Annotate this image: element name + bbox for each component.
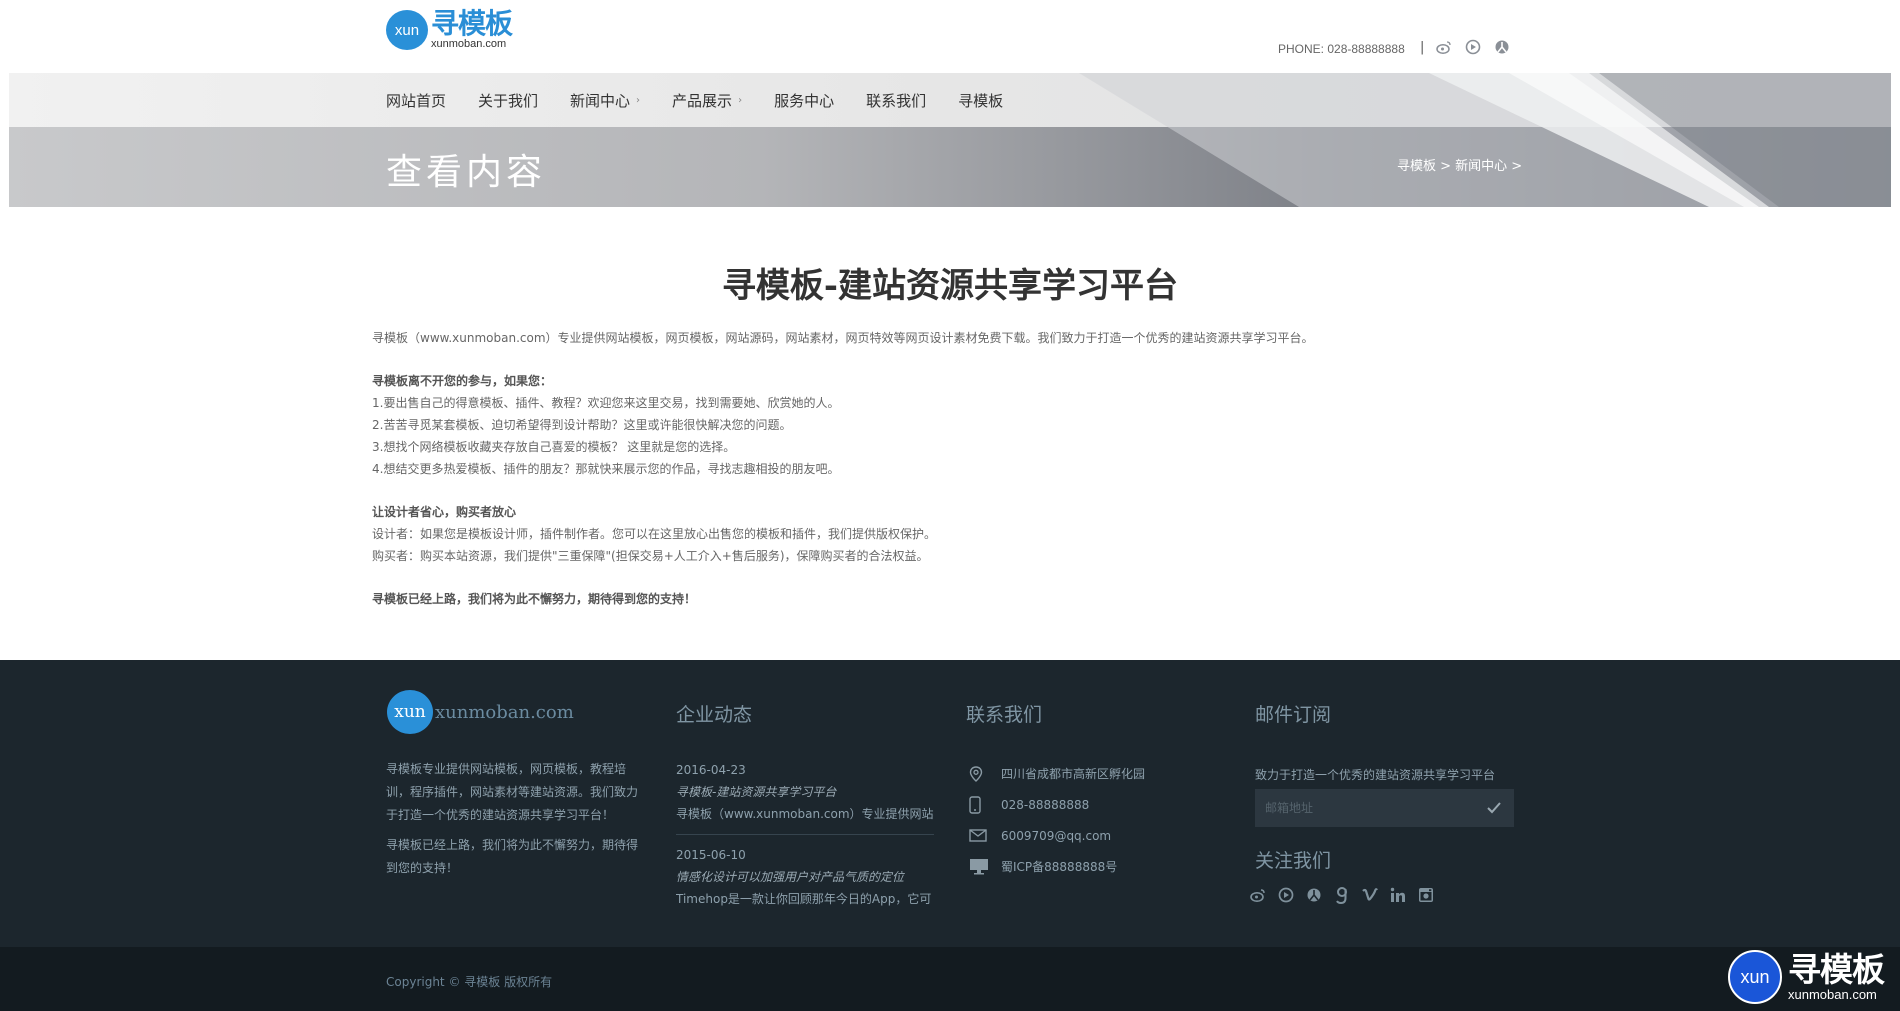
chevron-right-icon: › (636, 94, 641, 106)
watermark-logo: xun 寻模板 xunmoban.com (1728, 950, 1885, 1004)
nav-item-home[interactable]: 网站首页 (386, 90, 446, 111)
contact-icp: 蜀ICP备88888888号 (969, 851, 1145, 882)
page-banner: 网站首页 关于我们 新闻中心 › 产品展示 › 服务中心 联系我们 寻模板 查看内容… (9, 73, 1891, 207)
footer-logo[interactable]: xun xunmoban.com (387, 690, 574, 734)
vimeo-icon[interactable] (1361, 886, 1379, 904)
phone-icon (969, 795, 995, 814)
watermark-domain: xunmoban.com (1788, 987, 1877, 1002)
subscribe-description: 致力于打造一个优秀的建站资源共享学习平台 (1255, 768, 1496, 782)
google-icon[interactable] (1333, 886, 1351, 904)
renren-icon[interactable] (1492, 38, 1511, 56)
nav-item-contact[interactable]: 联系我们 (866, 90, 926, 111)
list-item: 设计者：如果您是模板设计师，插件制作者。您可以在这里放心出售您的模板和插件，我们… (372, 527, 937, 541)
weibo-icon[interactable] (1434, 38, 1453, 56)
footer-about: 寻模板专业提供网站模板，网页模板，教程培训，程序插件，网站素材等建站资源。我们致… (386, 762, 639, 875)
watermark-name: 寻模板 (1788, 950, 1885, 989)
page-title: 查看内容 (386, 152, 547, 193)
renren-icon[interactable] (1305, 886, 1323, 904)
contact-list: 四川省成都市高新区孵化园 028-88888888 6009709@qq.com… (969, 758, 1145, 882)
footer-bottom-bar: Copyright © 寻模板 版权所有 (0, 947, 1900, 1011)
list-item: 3.想找个网络模板收藏夹存放自己喜爱的模板？ 这里就是您的选择。 (372, 440, 736, 454)
weibo-icon[interactable] (1249, 886, 1267, 904)
contact-address: 四川省成都市高新区孵化园 (969, 758, 1145, 789)
site-footer: xun xunmoban.com 寻模板专业提供网站模板，网页模板，教程培训，程… (0, 660, 1900, 947)
news-item[interactable]: 2015-06-10 情感化设计可以加强用户对产品气质的定位 Timehop是一… (676, 844, 934, 919)
site-logo[interactable]: xun 寻模板 xunmoban.com (386, 7, 513, 50)
main-nav: 网站首页 关于我们 新闻中心 › 产品展示 › 服务中心 联系我们 寻模板 (386, 73, 1035, 127)
article-intro: 寻模板（www.xunmoban.com）专业提供网站模板，网页模板，网站源码，… (372, 331, 1314, 345)
footer-social-links (1249, 886, 1435, 904)
section-heading: 寻模板离不开您的参与，如果您： (372, 374, 553, 388)
watermark-bubble: xun (1728, 950, 1782, 1004)
contact-phone: 028-88888888 (969, 789, 1145, 820)
linkedin-icon[interactable] (1389, 886, 1407, 904)
subscribe-heading: 邮件订阅 (1255, 704, 1332, 726)
checkmark-icon[interactable] (1484, 798, 1504, 818)
article-body: 寻模板（www.xunmoban.com）专业提供网站模板，网页模板，网站源码，… (372, 327, 1532, 610)
header-phone: PHONE: 028-88888888 (1278, 42, 1405, 56)
tencent-weibo-icon[interactable] (1277, 886, 1295, 904)
contact-heading: 联系我们 (966, 704, 1043, 726)
list-item: 1.要出售自己的得意模板、插件、教程？欢迎您来这里交易，找到需要她、欣赏她的人。 (372, 396, 840, 410)
subscribe-email-input[interactable] (1255, 789, 1514, 827)
article-title: 寻模板-建站资源共享学习平台 (721, 266, 1179, 306)
nav-item-xunmoban[interactable]: 寻模板 (958, 90, 1003, 111)
nav-item-news[interactable]: 新闻中心 › (570, 90, 640, 111)
section-heading: 让设计者省心，购买者放心 (372, 505, 517, 519)
contact-email: 6009709@qq.com (969, 820, 1145, 851)
nav-item-products[interactable]: 产品展示 › (672, 90, 742, 111)
follow-heading: 关注我们 (1255, 850, 1332, 872)
nav-item-service[interactable]: 服务中心 (774, 90, 834, 111)
article-closing: 寻模板已经上路，我们将为此不懈努力，期待得到您的支持！ (372, 592, 697, 606)
list-item: 2.苦苦寻觅某套模板、迫切希望得到设计帮助？这里或许能很快解决您的问题。 (372, 418, 792, 432)
chevron-right-icon: › (738, 94, 743, 106)
mail-icon (969, 829, 995, 842)
header-social-links (1434, 38, 1511, 56)
instagram-icon[interactable] (1417, 886, 1435, 904)
copyright: Copyright © 寻模板 版权所有 (386, 975, 553, 989)
logo-bubble: xun (386, 10, 428, 50)
news-heading: 企业动态 (676, 704, 753, 726)
tencent-weibo-icon[interactable] (1463, 38, 1482, 56)
logo-name: 寻模板 (431, 7, 513, 40)
header-separator: | (1420, 40, 1425, 55)
nav-item-about[interactable]: 关于我们 (478, 90, 538, 111)
breadcrumb[interactable]: 寻模板 > 新闻中心 > (1397, 155, 1522, 174)
footer-logo-bubble: xun (387, 690, 433, 734)
site-header: xun 寻模板 xunmoban.com PHONE: 028-88888888… (0, 0, 1900, 73)
logo-domain: xunmoban.com (431, 38, 507, 50)
list-item: 4.想结交更多热爱模板、插件的朋友？那就快来展示您的作品，寻找志趣相投的朋友吧。 (372, 462, 840, 476)
location-icon (969, 765, 995, 782)
news-list: 2016-04-23 寻模板-建站资源共享学习平台 寻模板（www.xunmob… (676, 759, 934, 928)
list-item: 购买者：购买本站资源，我们提供"三重保障"(担保交易+人工介入+售后服务)，保障… (372, 549, 929, 563)
news-item[interactable]: 2016-04-23 寻模板-建站资源共享学习平台 寻模板（www.xunmob… (676, 759, 934, 835)
monitor-icon (969, 858, 995, 875)
footer-logo-text: xunmoban.com (435, 701, 574, 723)
